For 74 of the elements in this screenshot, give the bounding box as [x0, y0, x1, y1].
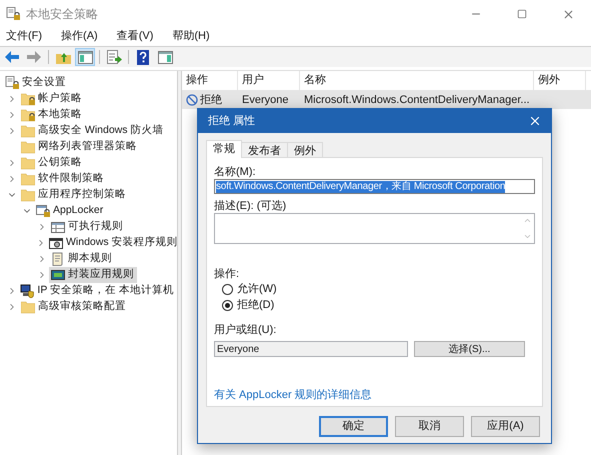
column-header[interactable]: 名称	[300, 71, 534, 90]
tree-item[interactable]: 脚本规则	[49, 251, 115, 267]
computer-shield-icon	[20, 284, 34, 298]
tree-item[interactable]: 网络列表管理器策略	[19, 139, 140, 155]
menu-item[interactable]: 帮助(H)	[170, 28, 212, 44]
toolbar-button[interactable]	[75, 48, 95, 66]
forward-arrow-icon	[27, 51, 41, 63]
tree-item[interactable]: Windows 安装程序规则	[47, 235, 181, 251]
user-label: 用户或组(U):	[214, 322, 278, 337]
window-title: 本地安全策略	[26, 6, 98, 23]
column-header[interactable]: 例外	[534, 71, 586, 90]
maximize-icon	[517, 9, 527, 19]
dialog-button[interactable]: 确定	[319, 416, 388, 437]
tree-root-label[interactable]: 安全设置	[22, 75, 66, 91]
menu-item[interactable]: 文件(F)	[4, 28, 44, 44]
dialog-button[interactable]: 应用(A)	[471, 416, 540, 437]
menu-item[interactable]: 查看(V)	[114, 28, 156, 44]
select-button[interactable]: 选择(S)...	[414, 341, 525, 357]
tree-item[interactable]: 公钥策略	[19, 155, 85, 171]
locked-folder-icon	[21, 92, 35, 106]
folder-icon	[21, 124, 35, 138]
tab[interactable]: 常规	[206, 140, 242, 158]
table-cell-text: Everyone	[241, 92, 290, 108]
folder-icon	[21, 188, 35, 202]
tree-pane-icon	[78, 50, 92, 64]
tab[interactable]: 发布者	[241, 142, 288, 158]
table-cell-text: Microsoft.Windows.ContentDeliveryManager...	[303, 92, 531, 108]
tree-item[interactable]: 高级安全 Windows 防火墙	[19, 123, 166, 139]
description-label: 描述(E): (可选)	[214, 199, 288, 213]
radio-option[interactable]: 允许(W)	[214, 281, 277, 297]
dialog-title: 拒绝 属性	[208, 114, 256, 129]
folder-icon	[21, 172, 35, 186]
folder-icon	[21, 140, 35, 154]
back-arrow-icon	[5, 51, 19, 63]
window-lock-icon	[36, 204, 50, 218]
folder-icon	[21, 300, 35, 314]
prohibited-icon	[186, 94, 198, 106]
dialog-button[interactable]: 取消	[395, 416, 464, 437]
tree-item[interactable]: 软件限制策略	[19, 171, 107, 187]
tree-item[interactable]: 本地策略	[19, 107, 85, 123]
table-cell: 拒绝	[182, 92, 238, 108]
close-icon	[562, 8, 574, 20]
tree-item[interactable]: IP 安全策略，在 本地计算机	[18, 283, 177, 299]
name-field[interactable]: soft.Windows.ContentDeliveryManager，来自 Microsoft Corporation	[214, 179, 535, 194]
close-icon	[528, 114, 542, 128]
name-label: 名称(M):	[214, 165, 257, 179]
tree-item[interactable]: 帐户策略	[19, 91, 85, 107]
folder-icon	[21, 156, 35, 170]
installer-box-icon	[49, 236, 63, 250]
column-header[interactable]: 操作	[182, 71, 238, 90]
details-link[interactable]: 有关 AppLocker 规则的详细信息	[214, 387, 372, 404]
tab[interactable]: 例外	[287, 142, 323, 158]
script-scroll-icon	[51, 252, 65, 266]
tree-item[interactable]: 封装应用规则	[49, 267, 137, 283]
package-image-icon	[51, 268, 65, 282]
folder-up-icon	[56, 50, 70, 64]
action-label: 操作:	[214, 267, 240, 281]
tree-item[interactable]: AppLocker	[34, 203, 106, 219]
list-row[interactable]: 拒绝 Everyone Microsoft.Windows.ContentDeliveryManager...	[182, 91, 591, 109]
policy-lock-icon	[6, 7, 20, 21]
radio-option[interactable]: 拒绝(D)	[214, 297, 274, 313]
tree-item[interactable]: 可执行规则	[49, 219, 126, 235]
menu-item[interactable]: 操作(A)	[59, 28, 100, 44]
policy-lock-icon	[5, 76, 19, 90]
action-pane-icon	[158, 50, 172, 64]
table-icon	[51, 220, 65, 234]
tree-item[interactable]: 高级审核策略配置	[19, 299, 129, 315]
column-header[interactable]: 用户	[238, 71, 300, 90]
user-field[interactable]: Everyone	[214, 341, 408, 357]
locked-folder-icon	[21, 108, 35, 122]
export-list-icon	[106, 50, 122, 64]
tree-item[interactable]: 应用程序控制策略	[19, 187, 129, 203]
help-icon	[137, 50, 149, 64]
toolbar-button[interactable]	[155, 48, 175, 66]
